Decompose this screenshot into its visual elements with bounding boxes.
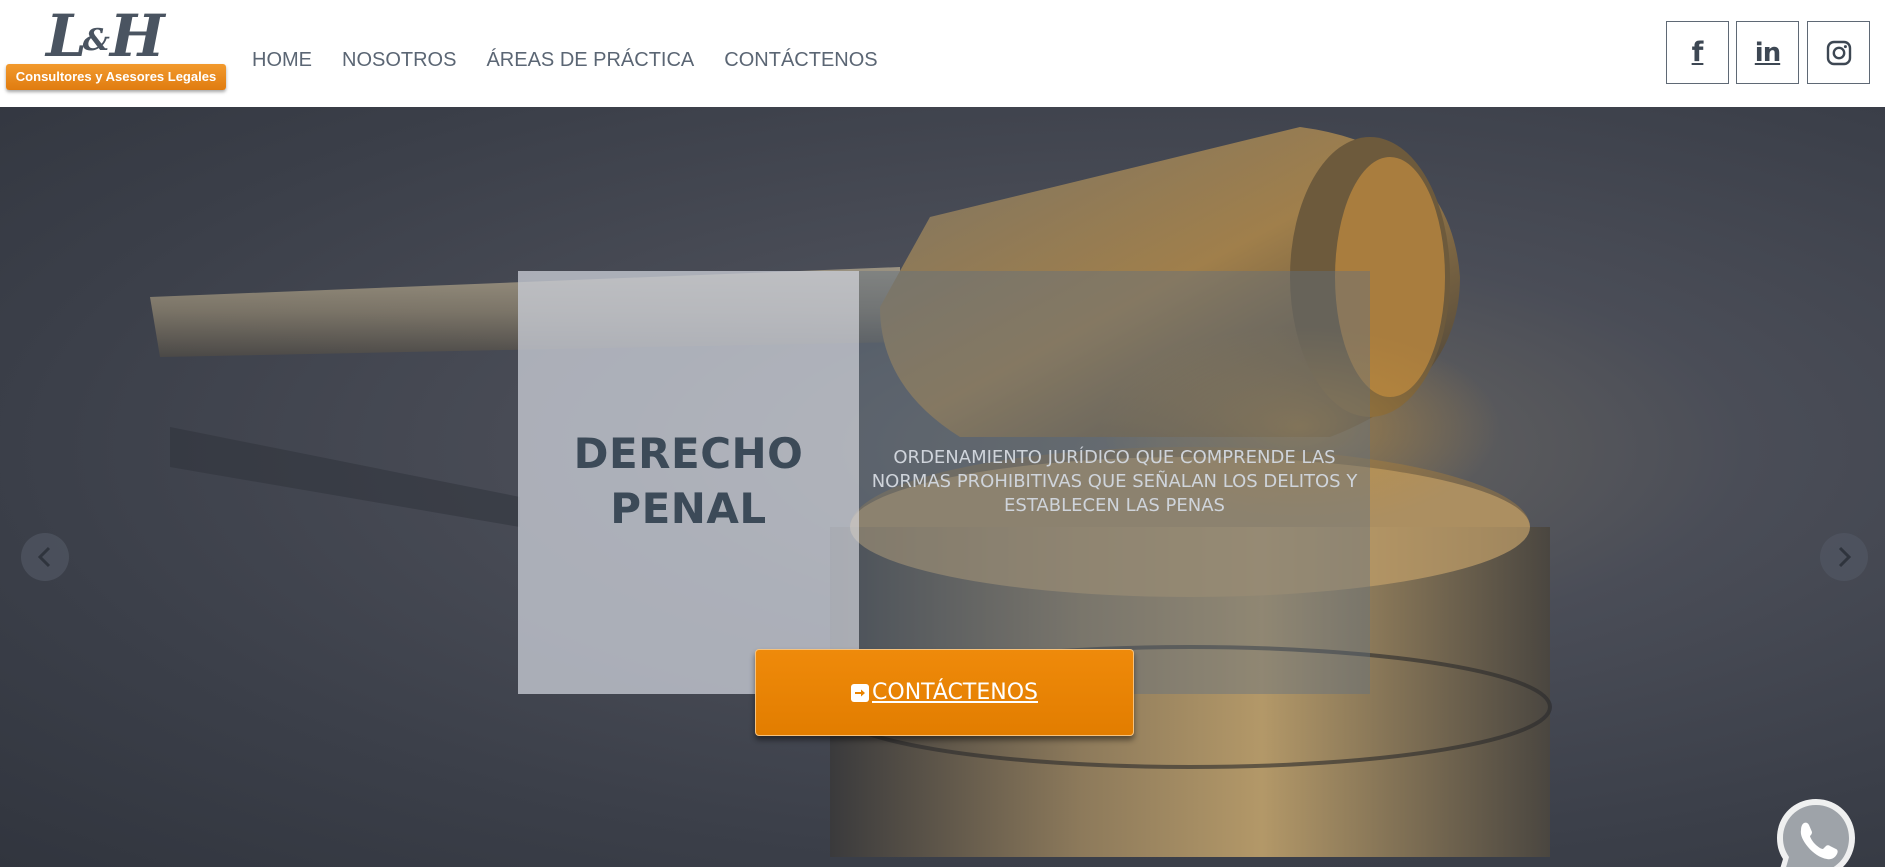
hero-slider: DERECHO PENAL ORDENAMIENTO JURÍDICO QUE … bbox=[0, 107, 1885, 867]
logo[interactable]: L&H Consultores y Asesores Legales bbox=[6, 4, 226, 90]
linkedin-button[interactable]: in bbox=[1736, 21, 1799, 84]
facebook-button[interactable]: f bbox=[1666, 21, 1729, 84]
main-nav: HOME NOSOTROS ÁREAS DE PRÁCTICA CONTÁCTE… bbox=[252, 46, 908, 74]
sign-in-icon bbox=[851, 683, 870, 702]
logo-mark: L&H bbox=[46, 2, 165, 70]
contact-cta-button[interactable]: CONTÁCTENOS bbox=[755, 649, 1134, 736]
facebook-icon: f bbox=[1691, 37, 1704, 68]
slide-title-line-1: DERECHO bbox=[573, 429, 804, 478]
nav-nosotros[interactable]: NOSOTROS bbox=[342, 46, 456, 74]
site-header: L&H Consultores y Asesores Legales HOME … bbox=[0, 0, 1885, 107]
slide-title: DERECHO PENAL bbox=[518, 426, 859, 536]
linkedin-icon: in bbox=[1754, 37, 1781, 68]
carousel-next-button[interactable] bbox=[1820, 533, 1868, 581]
slide-title-line-2: PENAL bbox=[610, 484, 767, 533]
slide-description: ORDENAMIENTO JURÍDICO QUE COMPRENDE LAS … bbox=[871, 447, 1358, 516]
whatsapp-icon bbox=[1777, 799, 1855, 867]
nav-contactenos[interactable]: CONTÁCTENOS bbox=[724, 46, 877, 74]
nav-home[interactable]: HOME bbox=[252, 46, 312, 74]
contact-cta-label: CONTÁCTENOS bbox=[872, 680, 1038, 705]
instagram-icon bbox=[1826, 40, 1851, 65]
whatsapp-button[interactable] bbox=[1770, 793, 1862, 867]
chevron-left-icon bbox=[37, 546, 51, 568]
instagram-button[interactable] bbox=[1807, 21, 1870, 84]
chevron-right-icon bbox=[1838, 546, 1852, 568]
nav-areas-de-practica[interactable]: ÁREAS DE PRÁCTICA bbox=[486, 46, 694, 74]
logo-tagline: Consultores y Asesores Legales bbox=[6, 64, 226, 90]
carousel-prev-button[interactable] bbox=[21, 533, 69, 581]
